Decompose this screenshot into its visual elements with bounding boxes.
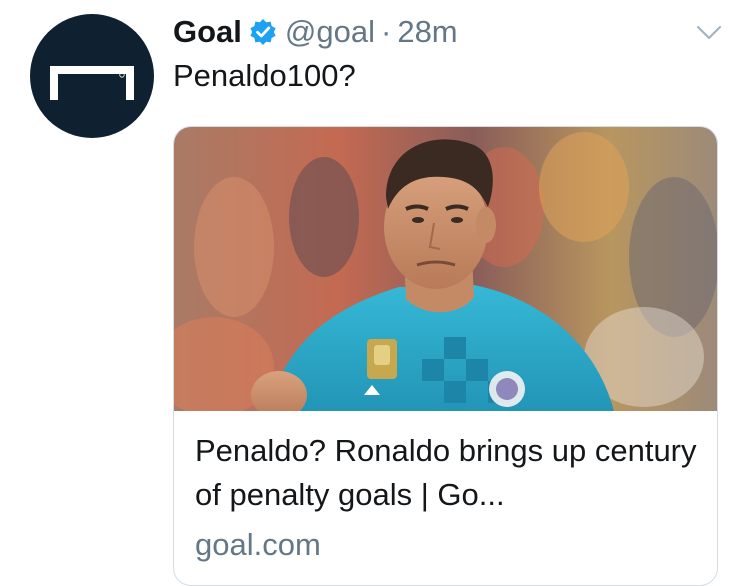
separator-dot: · (381, 14, 392, 49)
author-name[interactable]: Goal (173, 14, 242, 50)
card-domain: goal.com (195, 527, 321, 562)
tweet-menu-button[interactable] (694, 20, 724, 46)
card-title: Penaldo? Ronaldo brings up century of pe… (195, 433, 697, 512)
author-handle[interactable]: @goal (285, 14, 375, 50)
tweet-header: Goal @goal · 28m (173, 10, 458, 54)
avatar[interactable] (30, 14, 154, 138)
card-image (174, 127, 717, 411)
link-card[interactable]: Penaldo? Ronaldo brings up century of pe… (173, 126, 718, 586)
chevron-down-icon (696, 25, 722, 40)
tweet-text: Penaldo100? (173, 58, 356, 93)
tweet-timestamp[interactable]: 28m (397, 14, 457, 50)
goal-logo-icon (50, 66, 134, 100)
verified-badge-icon (249, 18, 277, 46)
